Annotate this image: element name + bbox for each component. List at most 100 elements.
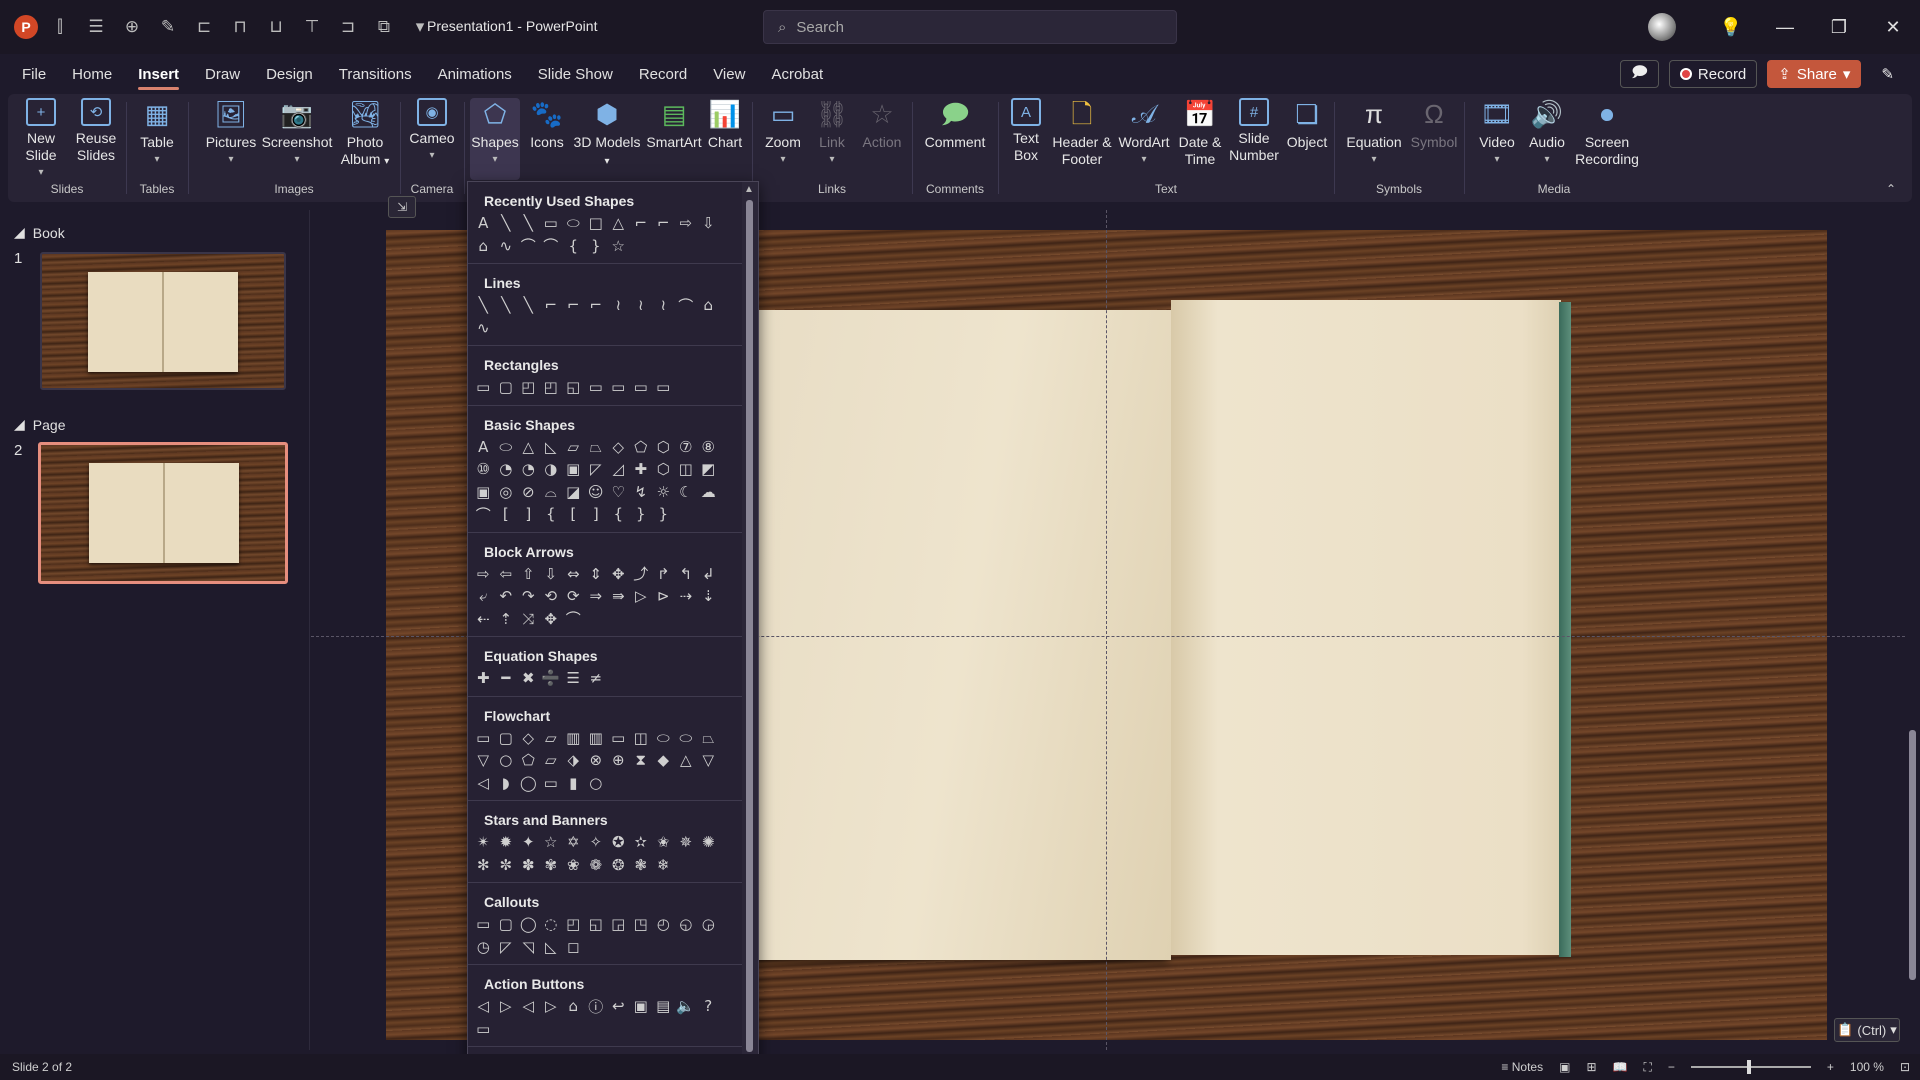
shape-item-icon[interactable]: ▭	[540, 212, 563, 235]
slide-sorter-icon[interactable]: ⊞	[1586, 1060, 1596, 1074]
shape-item-icon[interactable]: [	[562, 503, 585, 526]
action-button[interactable]: ☆ Action	[856, 98, 908, 151]
shape-item-icon[interactable]: ◔	[495, 458, 518, 481]
shape-item-icon[interactable]: ⟳	[562, 585, 585, 608]
shape-item-icon[interactable]: ▷	[630, 585, 653, 608]
shape-item-icon[interactable]: ◷	[472, 936, 495, 959]
shape-item-icon[interactable]: ◺	[540, 436, 563, 459]
gallery-scrollbar-thumb[interactable]	[746, 200, 753, 1052]
shape-item-icon[interactable]: ◻	[562, 936, 585, 959]
shape-item-icon[interactable]: ✦	[517, 831, 540, 854]
shape-item-icon[interactable]: ✹	[495, 831, 518, 854]
shape-item-icon[interactable]: ◰	[517, 376, 540, 399]
new-slide-button[interactable]: + New Slide ▾	[16, 98, 66, 181]
align-middle-icon[interactable]: ⊤	[298, 13, 326, 41]
shape-item-icon[interactable]: ◶	[697, 913, 720, 936]
shape-item-icon[interactable]: ▱	[540, 727, 563, 750]
shape-item-icon[interactable]: ◔	[517, 458, 540, 481]
shape-item-icon[interactable]: [	[495, 503, 518, 526]
tab-file[interactable]: File	[22, 56, 46, 92]
shape-item-icon[interactable]: ☰	[562, 667, 585, 690]
shape-item-icon[interactable]: ○	[495, 749, 518, 772]
notes-button[interactable]: ≡ Notes	[1501, 1060, 1543, 1074]
shape-item-icon[interactable]: }	[652, 503, 675, 526]
shape-item-icon[interactable]: ⑩	[472, 458, 495, 481]
shape-item-icon[interactable]: ↱	[652, 563, 675, 586]
zoom-out-icon[interactable]: −	[1668, 1060, 1675, 1074]
shape-item-icon[interactable]: ◗	[495, 772, 518, 795]
shape-item-icon[interactable]: ⌐	[652, 212, 675, 235]
shape-item-icon[interactable]: ▱	[562, 436, 585, 459]
shape-item-icon[interactable]: A	[472, 436, 495, 459]
paste-options-icon[interactable]: ⇲	[388, 196, 416, 218]
scrollbar-thumb[interactable]	[1909, 730, 1916, 980]
shape-item-icon[interactable]: ≀	[652, 294, 675, 317]
center-icon[interactable]: ⊕	[118, 13, 146, 41]
icons-button[interactable]: 🐾 Icons	[522, 98, 572, 151]
shape-item-icon[interactable]: ⇣	[697, 585, 720, 608]
shape-item-icon[interactable]: ⇒	[585, 585, 608, 608]
shape-item-icon[interactable]: ⌒	[517, 235, 540, 258]
shape-item-icon[interactable]: ⊘	[517, 481, 540, 504]
shape-item-icon[interactable]: ⊳	[652, 585, 675, 608]
shape-item-icon[interactable]: △	[517, 436, 540, 459]
photo-album-button[interactable]: 🏞 Photo Album ▾	[334, 98, 396, 170]
shape-item-icon[interactable]: ⬡	[652, 458, 675, 481]
shape-item-icon[interactable]: ⇔	[562, 563, 585, 586]
slide-thumbnail-2[interactable]	[38, 442, 288, 584]
shape-item-icon[interactable]: ]	[517, 503, 540, 526]
shape-item-icon[interactable]: ◯	[517, 913, 540, 936]
shape-item-icon[interactable]: ✽	[517, 854, 540, 877]
shape-item-icon[interactable]: ⌒	[675, 294, 698, 317]
shape-item-icon[interactable]: ⬭	[675, 727, 698, 750]
shape-item-icon[interactable]: ◌	[540, 913, 563, 936]
vertical-scrollbar[interactable]	[1905, 210, 1920, 1050]
symbol-button[interactable]: Ω Symbol	[1408, 98, 1460, 151]
video-button[interactable]: 🎞 Video ▾	[1472, 98, 1522, 168]
shape-item-icon[interactable]: ◱	[585, 913, 608, 936]
shape-item-icon[interactable]: ↶	[495, 585, 518, 608]
shape-item-icon[interactable]: ☁	[697, 481, 720, 504]
restore-icon[interactable]: ❐	[1812, 17, 1866, 38]
shape-item-icon[interactable]: △	[675, 749, 698, 772]
shape-item-icon[interactable]: ▥	[562, 727, 585, 750]
comment-button[interactable]: 🗩 Comment	[918, 98, 992, 151]
shape-item-icon[interactable]: ⇦	[495, 563, 518, 586]
shape-item-icon[interactable]: ❁	[585, 854, 608, 877]
shape-item-icon[interactable]: ◳	[630, 913, 653, 936]
shape-item-icon[interactable]: ◑	[540, 458, 563, 481]
shape-item-icon[interactable]: ✡	[562, 831, 585, 854]
close-icon[interactable]: ✕	[1866, 17, 1920, 38]
zoom-slider-thumb[interactable]	[1746, 1060, 1751, 1074]
tab-animations[interactable]: Animations	[438, 56, 512, 92]
shape-item-icon[interactable]: ⌐	[562, 294, 585, 317]
shape-item-icon[interactable]: ⇠	[472, 608, 495, 631]
audio-button[interactable]: 🔊 Audio ▾	[1522, 98, 1572, 168]
shape-item-icon[interactable]: ⇨	[675, 212, 698, 235]
align-top-icon[interactable]: ⊓	[226, 13, 254, 41]
shape-item-icon[interactable]: ◲	[607, 913, 630, 936]
shape-item-icon[interactable]: ⬠	[517, 749, 540, 772]
shape-item-icon[interactable]: ⓘ	[585, 995, 608, 1018]
shape-item-icon[interactable]: ▷	[540, 995, 563, 1018]
shape-item-icon[interactable]: ✪	[607, 831, 630, 854]
object-button[interactable]: ❏ Object	[1282, 98, 1332, 151]
paste-options-button[interactable]: 📋 (Ctrl) ▾	[1834, 1018, 1900, 1042]
shape-item-icon[interactable]: ◪	[562, 481, 585, 504]
slide-show-icon[interactable]: ⛶	[1643, 1060, 1651, 1075]
shape-item-icon[interactable]: ☾	[675, 481, 698, 504]
shape-item-icon[interactable]: ⌂	[697, 294, 720, 317]
date-time-button[interactable]: 📅 Date & Time	[1174, 98, 1226, 168]
minimize-icon[interactable]: —	[1758, 17, 1812, 38]
slide-thumbnail-1[interactable]	[40, 252, 286, 390]
shape-item-icon[interactable]: ▭	[472, 376, 495, 399]
shape-item-icon[interactable]: ⑧	[697, 436, 720, 459]
shape-item-icon[interactable]: □	[585, 212, 608, 235]
shape-item-icon[interactable]: ◇	[607, 436, 630, 459]
shape-item-icon[interactable]: ▭	[472, 1018, 495, 1041]
shape-item-icon[interactable]: ⬭	[562, 212, 585, 235]
shape-item-icon[interactable]: ✫	[630, 831, 653, 854]
shape-item-icon[interactable]: ↷	[517, 585, 540, 608]
shape-item-icon[interactable]: ✥	[540, 608, 563, 631]
shape-item-icon[interactable]: △	[607, 212, 630, 235]
